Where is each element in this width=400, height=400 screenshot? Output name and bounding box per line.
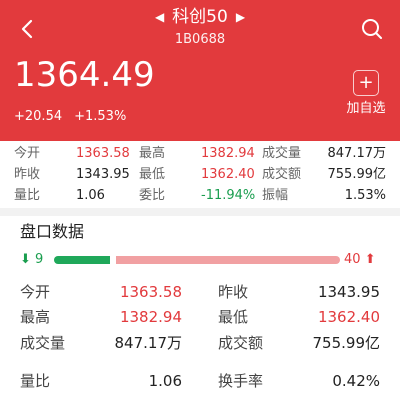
up-count-value: 40	[344, 252, 361, 267]
panel-value: 1.06	[148, 372, 182, 390]
panel-row: 最高 1382.94 最低 1362.40	[0, 306, 400, 328]
stat-label: 今开	[14, 146, 41, 161]
panel-value: 755.99亿	[312, 334, 381, 352]
panel-label: 昨收	[218, 283, 249, 301]
quote-stats: 今开 1363.58 最高 1382.94 成交量 847.17万 昨收 134…	[0, 141, 400, 208]
stat-value: 1.06	[76, 188, 105, 203]
stat-label: 委比	[139, 188, 166, 203]
change-row: +20.54 +1.53%	[14, 108, 126, 126]
price-change: +20.54	[14, 109, 63, 124]
panel-row: 成交量 847.17万 成交额 755.99亿	[0, 332, 400, 354]
stat-label: 振幅	[262, 188, 289, 203]
stat-value: 1363.58	[76, 146, 130, 161]
panel-row: 今开 1363.58 昨收 1343.95	[0, 281, 400, 303]
panel-label: 量比	[20, 372, 51, 390]
stat-label: 成交额	[262, 167, 302, 182]
up-arrow-icon: ⬆	[364, 252, 376, 267]
panel-value: 847.17万	[114, 334, 183, 352]
panel-value: 0.42%	[332, 372, 380, 390]
stat-value: 1382.94	[201, 146, 255, 161]
stats-row: 昨收 1343.95 最低 1362.40 成交额 755.99亿	[0, 164, 400, 186]
stat-label: 最高	[139, 146, 166, 161]
panel-label: 换手率	[218, 372, 264, 390]
plus-icon: +	[353, 70, 379, 96]
add-watchlist-label: 加自选	[346, 101, 386, 116]
advance-decline-bar: ⬇ 9 40 ⬆	[0, 250, 400, 270]
up-count: 40 ⬆	[344, 250, 376, 270]
down-bar	[54, 256, 110, 264]
up-bar	[116, 256, 340, 264]
stat-label: 成交量	[262, 146, 302, 161]
panel-value: 1382.94	[119, 308, 182, 326]
stat-value: 1343.95	[76, 167, 130, 182]
search-button[interactable]	[358, 14, 386, 44]
section-divider	[0, 208, 400, 216]
panel-label: 成交量	[20, 334, 66, 352]
panel-value: 1362.40	[317, 308, 380, 326]
index-code: 1B0688	[174, 32, 226, 47]
panel-value: 1363.58	[119, 283, 182, 301]
stat-value: 1.53%	[344, 188, 386, 203]
last-price: 1364.49	[14, 55, 155, 95]
dropdown-right-icon[interactable]: ▶	[236, 6, 245, 28]
add-watchlist-button[interactable]: + 加自选	[338, 70, 394, 117]
panel-label: 今开	[20, 283, 51, 301]
stat-value: 847.17万	[327, 146, 387, 161]
panel-label: 成交额	[218, 334, 264, 352]
stat-value: 755.99亿	[327, 167, 387, 182]
stat-value: 1362.40	[201, 167, 255, 182]
down-count-value: 9	[35, 252, 44, 267]
title-block: ◀ 科创50 ▶ 1B0688	[0, 6, 400, 49]
stats-row: 今开 1363.58 最高 1382.94 成交量 847.17万	[0, 143, 400, 165]
index-title: 科创50	[172, 7, 228, 27]
search-icon	[362, 19, 382, 39]
dropdown-left-icon[interactable]: ◀	[155, 6, 164, 28]
quote-header: ◀ 科创50 ▶ 1B0688 1364.49 +20.54 +1.53% + 加…	[0, 0, 400, 141]
stat-label: 最低	[139, 167, 166, 182]
down-count: ⬇ 9	[20, 250, 43, 270]
panel-title: 盘口数据	[20, 222, 85, 241]
stat-label: 量比	[14, 188, 41, 203]
stat-value: -11.94%	[201, 188, 256, 203]
panel-label: 最低	[218, 308, 249, 326]
panel-value: 1343.95	[317, 283, 380, 301]
panel-label: 最高	[20, 308, 51, 326]
down-arrow-icon: ⬇	[20, 252, 31, 267]
panel-row: 量比 1.06 换手率 0.42%	[0, 370, 400, 392]
stats-row: 量比 1.06 委比 -11.94% 振幅 1.53%	[0, 185, 400, 207]
price-change-pct: +1.53%	[74, 109, 127, 124]
stat-label: 昨收	[14, 167, 41, 182]
